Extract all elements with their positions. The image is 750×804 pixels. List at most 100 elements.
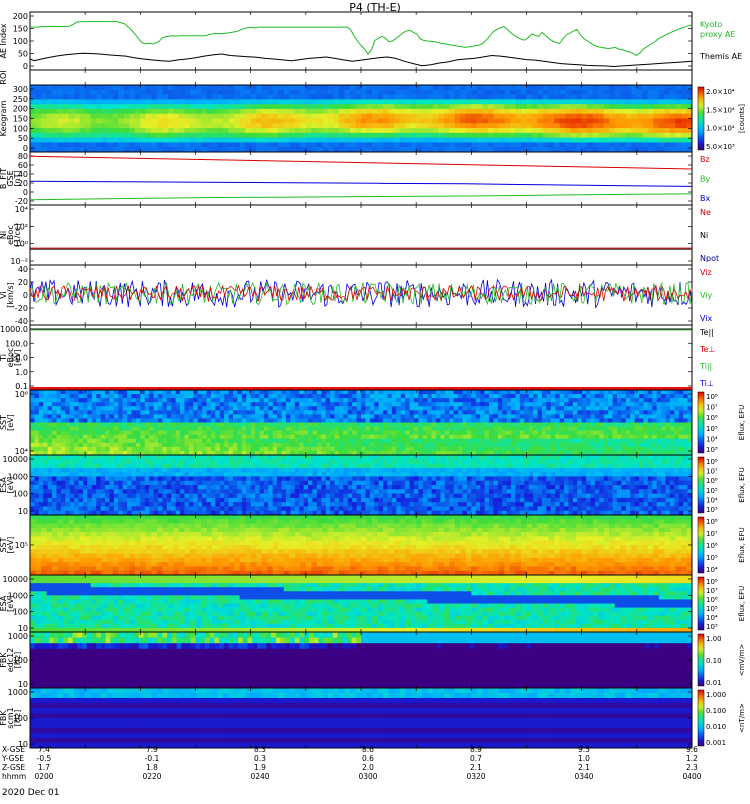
keogram-cell [631,90,637,95]
keogram-cell [659,119,665,124]
esa1-cell [123,464,128,469]
keogram-cell [278,119,284,124]
sst1-cell [657,447,662,451]
keogram-cell [63,114,69,119]
sst1-cell [621,414,626,418]
sst1-cell [643,435,648,439]
sst1-cell [595,439,600,443]
keogram-cell [184,95,190,100]
sst1-cell [498,431,503,435]
sst1-cell [630,447,635,451]
esa1-cell [92,498,97,503]
keogram-cell [212,123,218,128]
sst1-cell [568,447,573,451]
keogram-cell [190,133,196,138]
sst1-cell [511,398,516,402]
sst1-cell [392,435,397,439]
keogram-cell [427,104,433,109]
sst1-cell [74,398,79,402]
sst1-cell [418,439,423,443]
sst1-cell [352,398,357,402]
esa1-cell [74,485,79,490]
keogram-cell [190,99,196,104]
keogram-cell [670,99,676,104]
sst1-cell [215,435,220,439]
sst1-cell [149,414,154,418]
keogram-cell [372,114,378,119]
sst1-cell [317,410,322,414]
sst1-cell [449,431,454,435]
keogram-cell [372,95,378,100]
keogram-cell [234,123,240,128]
keogram-cell [317,90,323,95]
sst1-cell [555,423,560,427]
sst1-cell [511,447,516,451]
sst1-cell [511,443,516,447]
sst1-cell [648,439,653,443]
sst1-cell [445,431,450,435]
sst1-cell [330,398,335,402]
sst1-cell [555,431,560,435]
esa1-cell [101,498,106,503]
sst1-cell [445,439,450,443]
sst1-cell [326,443,331,447]
sst1-cell [617,394,622,398]
sst1-cell [140,418,145,422]
sst1-cell [193,414,198,418]
sst1-cell [79,406,84,410]
keogram-cell [587,90,593,95]
keogram-cell [322,119,328,124]
ni-legend-ni: Ni [700,231,708,240]
sst1-cell [524,423,529,427]
sst1-cell [136,447,141,451]
sst1-cell [405,447,410,451]
sst1-cell [184,423,189,427]
keogram-cell [58,128,64,133]
sst1-cell [445,410,450,414]
keogram-cell [47,123,53,128]
esa1-cell [123,455,128,460]
sst1-cell [96,435,101,439]
keogram-cell [218,114,224,119]
sst1-cell [365,447,370,451]
keogram-cell [306,99,312,104]
sst1-cell [101,431,106,435]
sst1-cell [335,398,340,402]
sst1-cell [264,406,269,410]
sst1-cell [233,406,238,410]
keogram-cell [162,142,168,147]
keogram-cell [173,99,179,104]
sst1-cell [586,427,591,431]
keogram-cell [455,85,461,90]
sst1-cell [273,390,278,394]
sst1-cell [118,414,123,418]
esa1-cell [96,472,101,477]
sst1-cell [396,398,401,402]
sst1-cell [679,406,684,410]
sst1-cell [136,406,141,410]
sst1-cell [639,390,644,394]
keogram-cell [69,119,75,124]
esa1-cell [39,476,44,481]
esa1-cell [43,476,48,481]
keogram-cell [604,95,610,100]
sst1-cell [387,410,392,414]
esa1-cell [180,459,185,464]
sst1-cell [158,427,163,431]
sst1-cell [251,418,256,422]
keogram-cell [631,123,637,128]
keogram-cell [675,138,681,143]
keogram-cell [212,133,218,138]
keogram-cell [449,133,455,138]
keogram-cell [251,119,257,124]
keogram-cell [251,104,257,109]
sst1-cell [255,394,260,398]
sst1-cell [515,410,520,414]
keogram-cell [560,128,566,133]
sst1-cell [87,435,92,439]
sst1-cell [454,390,459,394]
sst1-cell [657,402,662,406]
keogram-cell [604,99,610,104]
sst1-cell [70,406,75,410]
esa1-cell [79,498,84,503]
